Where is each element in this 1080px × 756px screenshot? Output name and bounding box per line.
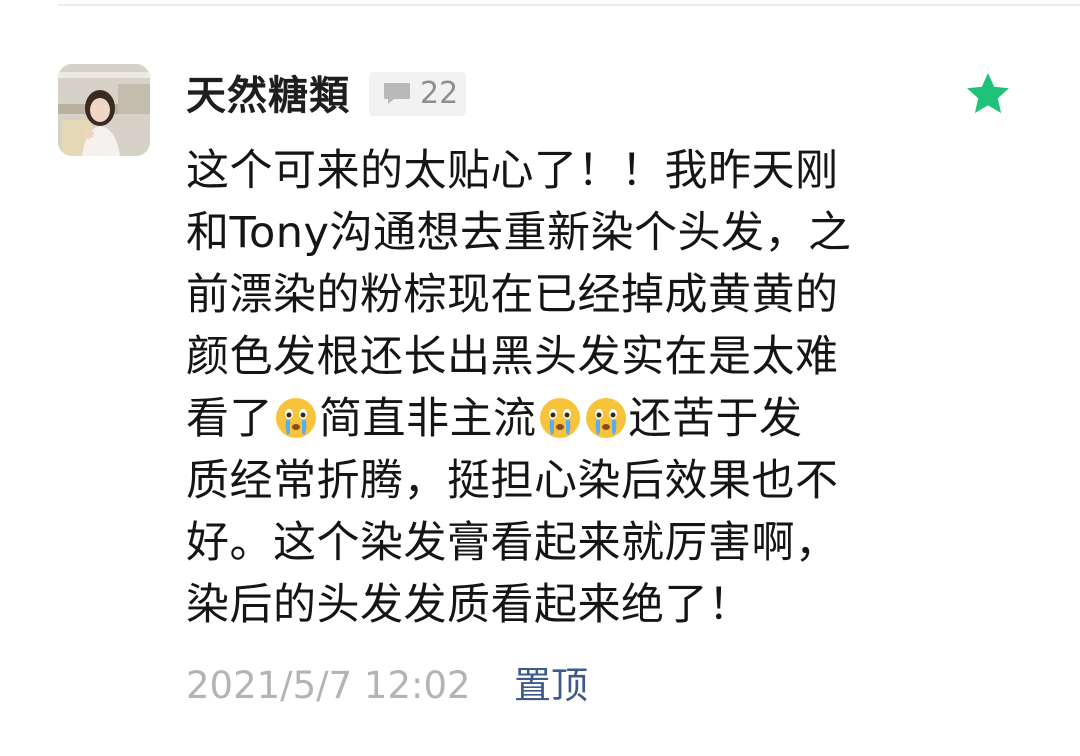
content-text: 看了 [186,394,273,444]
content-text: 好。这个染发膏看起来就厉害啊， [186,518,839,568]
content-text: 染后的头发发质看起来绝了！ [186,580,752,630]
reply-count: 22 [420,76,459,111]
content-text: 质经常折腾，挺担心染后效果也不 [186,456,839,506]
content-text: 和Tony沟通想去重新染个头发，之 [186,208,852,258]
comment-timestamp: 2021/5/7 12:02 [186,664,471,707]
content-line: 前漂染的粉棕现在已经掉成黄黄的 [186,264,886,326]
comment-content: 这个可来的太贴心了！！我昨天刚 和Tony沟通想去重新染个头发，之 前漂染的粉棕… [186,140,886,636]
content-line: 和Tony沟通想去重新染个头发，之 [186,202,886,264]
content-line: 这个可来的太贴心了！！我昨天刚 [186,140,886,202]
avatar-photo-icon [58,64,150,156]
star-icon[interactable] [964,70,1012,118]
content-line: 质经常折腾，挺担心染后效果也不 [186,450,886,512]
content-text: 简直非主流 [319,394,537,444]
content-line: 好。这个染发膏看起来就厉害啊， [186,512,886,574]
crying-face-emoji-icon [539,398,580,438]
content-line: 看了 简直非主流 还苦于发 [186,388,886,450]
comment-author-name[interactable]: 天然糖類 [186,68,350,124]
crying-face-emoji-icon [276,398,316,438]
content-line: 颜色发根还长出黑头发实在是太难 [186,326,886,388]
content-text: 前漂染的粉棕现在已经掉成黄黄的 [186,270,839,320]
pin-button[interactable]: 置顶 [514,660,588,712]
top-divider [58,4,1080,6]
content-line: 染后的头发发质看起来绝了！ [186,574,886,636]
content-text: 还苦于发 [628,394,803,444]
reply-count-badge[interactable]: 22 [369,72,466,116]
crying-face-emoji-icon [585,398,626,438]
user-avatar[interactable] [58,64,150,156]
content-text: 颜色发根还长出黑头发实在是太难 [186,332,839,382]
content-text: 这个可来的太贴心了！！我昨天刚 [186,146,839,196]
comment-bubble-icon [382,81,412,107]
